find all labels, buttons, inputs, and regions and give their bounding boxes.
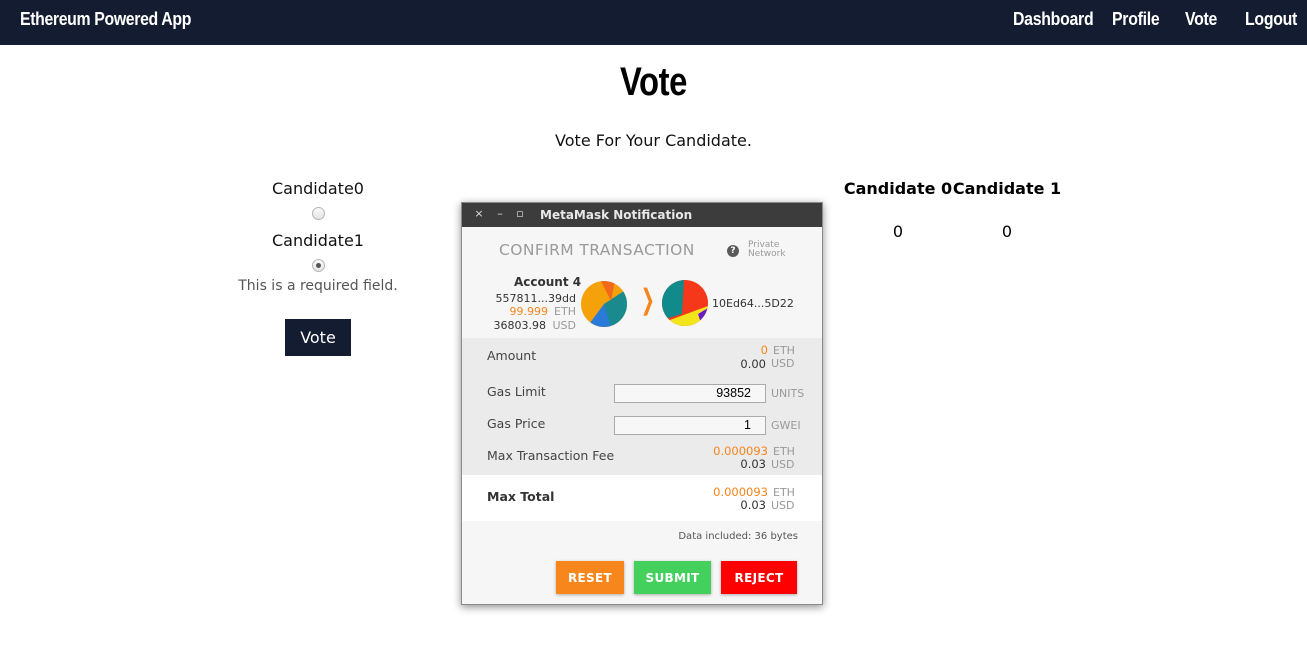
identicon-graphic: [662, 280, 708, 326]
to-account-identicon: [662, 280, 708, 326]
nav-profile[interactable]: Profile: [1112, 9, 1160, 30]
gas-limit-unit: UNITS: [771, 387, 805, 400]
nav-logout[interactable]: Logout: [1245, 9, 1297, 30]
vote-button[interactable]: Vote: [285, 319, 351, 356]
candidate1-radio[interactable]: [312, 259, 325, 272]
amount-eth-unit: ETH: [773, 344, 795, 357]
help-icon[interactable]: ?: [727, 245, 739, 257]
network-line2: Network: [748, 249, 786, 259]
gas-price-input[interactable]: 1: [614, 416, 766, 435]
from-usd-unit: USD: [552, 319, 576, 332]
data-included-text: Data included: 36 bytes: [678, 531, 798, 542]
from-account-name: Account 4: [514, 275, 582, 289]
gas-price-unit: GWEI: [771, 419, 801, 432]
amount-eth: 0: [760, 343, 768, 357]
nav-dashboard[interactable]: Dashboard: [1013, 9, 1094, 30]
transfer-arrow-icon: ❯: [640, 283, 655, 316]
max-fee-usd: 0.03: [740, 457, 766, 471]
navbar: Ethereum Powered App Dashboard Profile V…: [0, 0, 1307, 45]
max-fee-label: Max Transaction Fee: [487, 448, 615, 463]
candidate0-radio[interactable]: [312, 207, 325, 220]
metamask-notification-window: × – ▫ MetaMask Notification CONFIRM TRAN…: [461, 202, 823, 605]
from-eth-unit: ETH: [554, 305, 576, 318]
from-address: 557811...39dd: [495, 292, 576, 305]
max-total-eth-unit: ETH: [773, 486, 795, 499]
results-header-candidate0: Candidate 0: [843, 179, 953, 198]
window-titlebar[interactable]: × – ▫ MetaMask Notification: [462, 203, 822, 227]
max-total-label: Max Total: [487, 489, 555, 504]
max-total-usd-unit: USD: [771, 499, 795, 512]
page-title: Vote: [619, 60, 688, 104]
max-total-eth: 0.000093: [713, 485, 768, 499]
amount-usd-unit: USD: [771, 357, 795, 370]
from-account-identicon: [581, 281, 627, 327]
results-value-candidate1: 0: [1001, 222, 1013, 241]
results-header-candidate1: Candidate 1: [952, 179, 1062, 198]
page-subtitle: Vote For Your Candidate.: [555, 131, 752, 150]
max-total-usd: 0.03: [740, 498, 766, 512]
gas-limit-label: Gas Limit: [487, 384, 546, 399]
to-address: 10Ed64...5D22: [712, 297, 794, 310]
candidate1-label: Candidate1: [272, 231, 364, 250]
max-fee-eth: 0.000093: [713, 444, 768, 458]
identicon-graphic: [581, 281, 627, 327]
confirm-transaction-heading: CONFIRM TRANSACTION: [499, 241, 695, 259]
minimize-icon[interactable]: –: [493, 207, 507, 221]
maximize-icon[interactable]: ▫: [513, 207, 527, 221]
amount-usd: 0.00: [740, 357, 766, 371]
window-title: MetaMask Notification: [540, 208, 693, 222]
reset-button[interactable]: RESET: [556, 561, 624, 594]
submit-button[interactable]: SUBMIT: [634, 561, 711, 594]
reject-button[interactable]: REJECT: [721, 561, 797, 594]
max-fee-eth-unit: ETH: [773, 445, 795, 458]
brand-link[interactable]: Ethereum Powered App: [20, 9, 191, 30]
network-label: Private Network: [748, 241, 808, 259]
gas-limit-input[interactable]: 93852: [614, 384, 766, 403]
nav-vote[interactable]: Vote: [1185, 9, 1217, 30]
max-fee-usd-unit: USD: [771, 458, 795, 471]
close-icon[interactable]: ×: [472, 207, 486, 221]
gas-price-label: Gas Price: [487, 416, 546, 431]
results-value-candidate0: 0: [892, 222, 904, 241]
candidate0-label: Candidate0: [272, 179, 364, 198]
required-field-message: This is a required field.: [238, 278, 398, 294]
amount-label: Amount: [487, 348, 537, 363]
